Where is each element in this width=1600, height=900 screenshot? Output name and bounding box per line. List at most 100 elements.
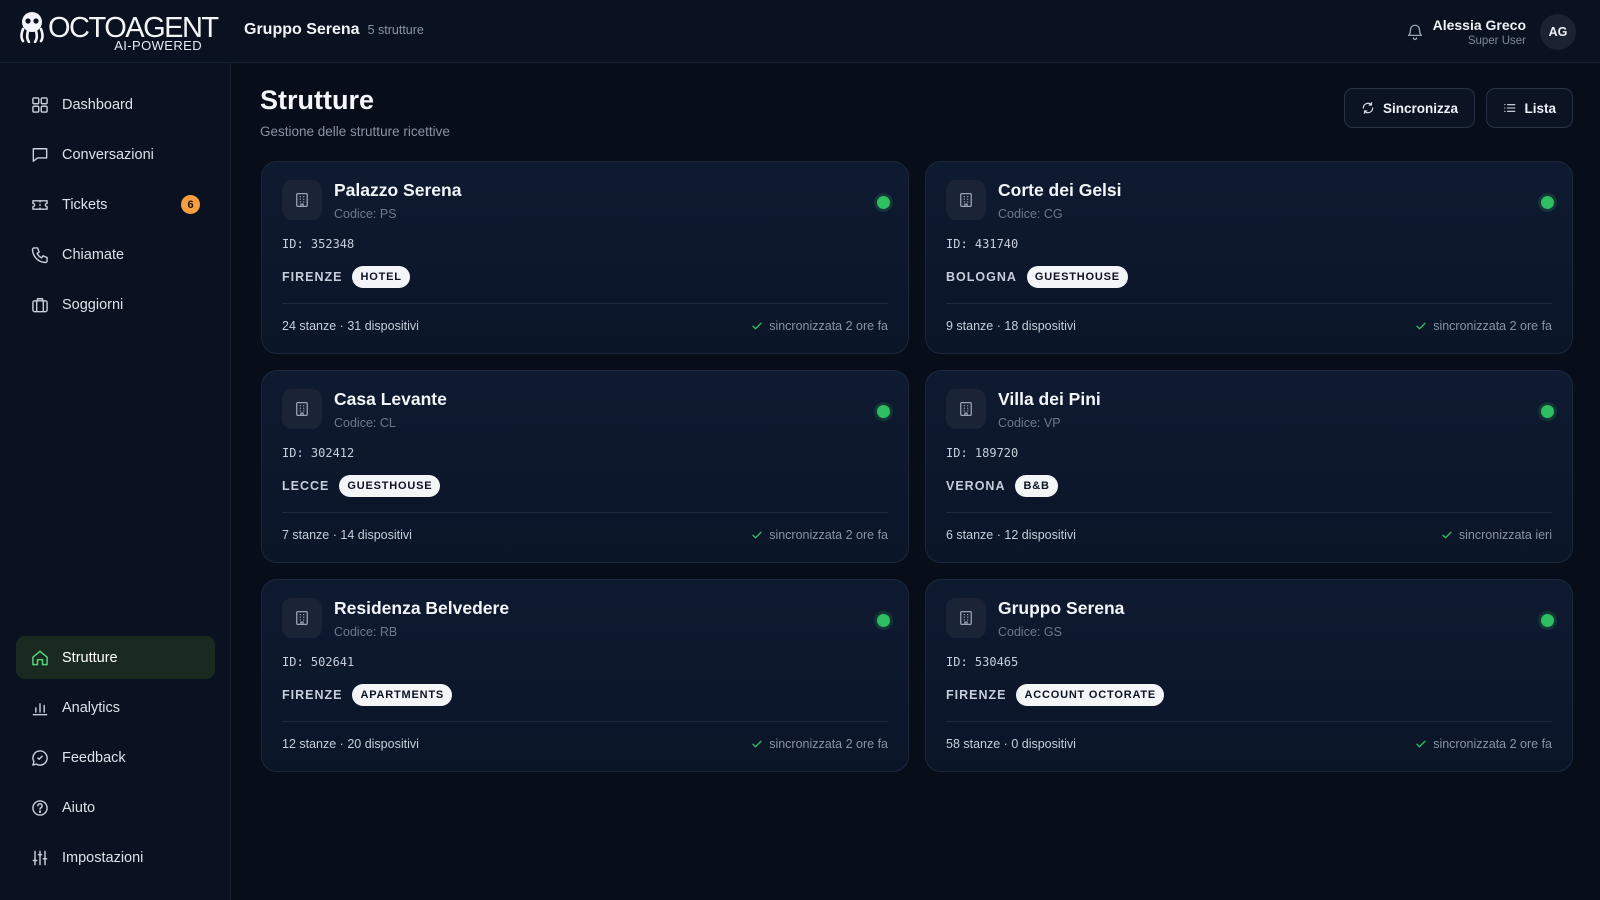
org-switcher[interactable]: Gruppo Serena 5 strutture [244,21,424,39]
property-tags: BOLOGNA GUESTHOUSE [946,266,1128,288]
property-id: ID: 189720 [946,446,1019,460]
property-city: LECCE [282,479,330,493]
property-card[interactable]: Residenza Belvedere Codice: RB ID: 50264… [261,579,909,772]
check-icon [752,531,762,539]
sidebar-item-tickets[interactable]: Tickets 6 [16,183,215,226]
sidebar-item-chiamate[interactable]: Chiamate [16,233,215,276]
property-id: ID: 502641 [282,655,355,669]
property-card[interactable]: Palazzo Serena Codice: PS ID: 352348 FIR… [261,161,909,354]
sync-status: sincronizzata ieri [1441,528,1552,542]
sidebar-item-label: Soggiorni [62,296,124,313]
sidebar-item-label: Aiuto [62,799,96,816]
online-status-dot [1541,405,1554,418]
phone-icon [31,246,48,263]
online-status-dot [1541,614,1554,627]
bell-icon [1407,24,1423,41]
property-type-badge: ACCOUNT OCTORATE [1016,684,1165,706]
sidebar-item-strutture[interactable]: Strutture [16,636,215,679]
sync-status: sincronizzata 2 ore fa [1415,319,1552,333]
property-id: ID: 431740 [946,237,1019,251]
home-icon [32,650,48,665]
sidebar-item-label: Tickets [62,196,108,213]
building-icon-box [946,180,986,220]
top-bar: OCTOAGENT AI-POWERED Gruppo Serena 5 str… [0,0,1600,63]
property-code: Codice: GS [998,625,1062,639]
sidebar-item-aiuto[interactable]: Aiuto [16,786,215,829]
building-icon [296,610,308,626]
building-icon-box [946,389,986,429]
property-card[interactable]: Gruppo Serena Codice: GS ID: 530465 FIRE… [925,579,1573,772]
sync-status-label: sincronizzata 2 ore fa [1433,737,1552,751]
sync-button-label: Sincronizza [1382,100,1458,116]
sync-status-label: sincronizzata 2 ore fa [1433,319,1552,333]
property-card[interactable]: Casa Levante Codice: CL ID: 302412 LECCE… [261,370,909,563]
property-name[interactable]: Residenza Belvedere [334,598,509,619]
card-divider [946,303,1552,304]
sidebar-item-soggiorni[interactable]: Soggiorni [16,283,215,326]
sync-status: sincronizzata 2 ore fa [751,737,888,751]
luggage-icon [32,297,48,312]
sidebar-item-conversazioni[interactable]: Conversazioni [16,133,215,176]
list-view-button[interactable]: Lista [1486,88,1573,128]
property-tags: FIRENZE APARTMENTS [282,684,453,706]
property-city: FIRENZE [946,688,1007,702]
sync-status: sincronizzata 2 ore fa [751,319,888,333]
bar-chart-icon [32,702,48,715]
building-icon-box [282,598,322,638]
property-type-badge: GUESTHOUSE [339,475,441,497]
online-status-dot [1541,196,1554,209]
property-type-badge: APARTMENTS [352,684,453,706]
property-name[interactable]: Corte dei Gelsi [998,180,1122,201]
property-type-badge: HOTEL [352,266,410,288]
property-code: Codice: VP [998,416,1061,430]
card-divider [282,721,888,722]
org-count: 5 strutture [367,23,424,37]
user-info[interactable]: Alessia Greco Super User [1433,17,1526,48]
property-id: ID: 352348 [282,237,355,251]
sync-status-label: sincronizzata 2 ore fa [769,737,888,751]
property-tags: LECCE GUESTHOUSE [282,475,441,497]
user-role: Super User [1467,35,1526,47]
brand-logo[interactable]: OCTOAGENT AI-POWERED [18,11,219,53]
property-tags: VERONA B&B [946,475,1058,497]
sync-button[interactable]: Sincronizza [1344,88,1475,128]
property-id: ID: 530465 [946,655,1019,669]
refresh-icon [1362,102,1374,114]
property-card[interactable]: Corte dei Gelsi Codice: CG ID: 431740 BO… [925,161,1573,354]
check-icon [1442,531,1452,539]
sidebar-item-label: Dashboard [62,96,133,113]
sync-status-label: sincronizzata 2 ore fa [769,319,888,333]
sync-status-label: sincronizzata ieri [1458,528,1552,542]
building-icon [960,610,972,626]
page-subtitle: Gestione delle strutture ricettive [260,124,450,139]
sync-status: sincronizzata 2 ore fa [1415,737,1552,751]
property-stats: 7 stanze · 14 dispositivi [282,528,412,542]
property-name[interactable]: Villa dei Pini [998,389,1101,410]
sync-status-label: sincronizzata 2 ore fa [769,528,888,542]
building-icon-box [282,389,322,429]
check-icon [1416,322,1426,330]
feedback-icon [32,749,48,766]
list-view-button-label: Lista [1524,100,1556,116]
notifications-button[interactable] [1406,22,1424,42]
property-name[interactable]: Palazzo Serena [334,180,461,201]
property-card[interactable]: Villa dei Pini Codice: VP ID: 189720 VER… [925,370,1573,563]
property-name[interactable]: Gruppo Serena [998,598,1124,619]
sidebar-item-impostazioni[interactable]: Impostazioni [16,836,215,879]
property-city: BOLOGNA [946,270,1017,284]
property-code: Codice: PS [334,207,397,221]
property-city: VERONA [946,479,1006,493]
check-icon [752,322,762,330]
property-code: Codice: RB [334,625,398,639]
page-title: Strutture [260,85,374,115]
property-city: FIRENZE [282,688,343,702]
sidebar-item-feedback[interactable]: Feedback [16,736,215,779]
grid-icon [32,96,48,113]
card-divider [282,303,888,304]
property-name[interactable]: Casa Levante [334,389,447,410]
sidebar-item-dashboard[interactable]: Dashboard [16,83,215,126]
avatar[interactable]: AG [1540,14,1576,50]
sidebar-item-analytics[interactable]: Analytics [16,686,215,729]
ticket-icon [32,199,48,210]
property-type-badge: GUESTHOUSE [1026,266,1128,288]
